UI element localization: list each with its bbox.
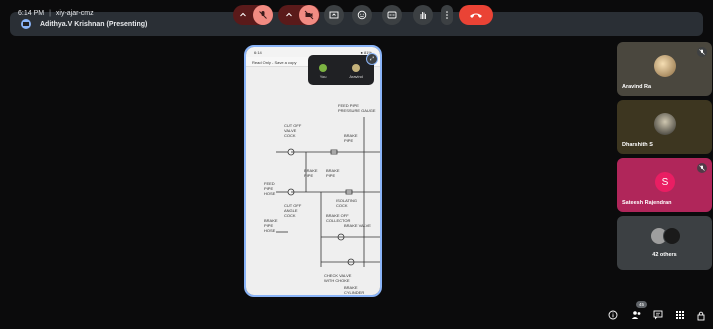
svg-text:PRESSURE GAUGE: PRESSURE GAUGE: [338, 108, 376, 113]
mini-tile-you: You: [319, 64, 328, 79]
camera-options-chevron-icon[interactable]: [279, 5, 299, 25]
participant-name: Sateesh Rajendran: [622, 200, 672, 206]
raise-hand-button[interactable]: [413, 5, 433, 25]
expand-icon[interactable]: ⤢: [366, 53, 378, 65]
svg-text:COCK: COCK: [284, 213, 296, 218]
mic-options-chevron-icon[interactable]: [233, 5, 253, 25]
presentation-stage[interactable]: 6:14 ● 81% Read Only - Save a copy FEED …: [244, 45, 382, 297]
participant-tile[interactable]: Dharshith S: [617, 100, 712, 154]
avatar: [654, 55, 676, 77]
people-count-badge: 45: [636, 301, 648, 308]
avatar: S: [655, 172, 675, 192]
other-avatar: [352, 64, 361, 72]
end-call-button[interactable]: [459, 5, 493, 25]
phone-time: 6:14: [254, 49, 262, 55]
present-icon: [20, 18, 32, 30]
participant-name: Aravind Ra: [622, 84, 652, 90]
svg-text:HOSE: HOSE: [264, 228, 276, 233]
others-avatars: [650, 227, 681, 245]
present-screen-button[interactable]: [324, 5, 344, 25]
svg-text:PIPE: PIPE: [304, 173, 313, 178]
host-controls-lock-icon[interactable]: [695, 309, 707, 321]
meeting-info: 6:14 PM | xiy-ajar-cmz: [18, 10, 94, 17]
self-view-panel: You Aravind: [308, 55, 374, 85]
you-avatar: [319, 64, 328, 72]
pipe-diagram: FEED PIPE PRESSURE GAUGE CUT OFF VALVE C…: [264, 103, 380, 295]
mic-off-icon: [697, 47, 707, 57]
mini-tile-you-label: You: [319, 74, 327, 79]
activities-grid-icon[interactable]: [674, 309, 686, 321]
mic-off-icon: [697, 163, 707, 173]
svg-text:COCK: COCK: [336, 203, 348, 208]
shared-document: FEED PIPE PRESSURE GAUGE CUT OFF VALVE C…: [246, 67, 380, 295]
svg-text:PIPE: PIPE: [344, 138, 353, 143]
camera-off-button[interactable]: [299, 5, 319, 25]
svg-text:HOSE: HOSE: [264, 191, 276, 196]
presenter-label: Adithya.V Krishnan (Presenting): [40, 20, 148, 28]
people-icon[interactable]: [630, 309, 642, 321]
svg-text:BRAKE VALVE: BRAKE VALVE: [344, 223, 371, 228]
svg-text:COCK: COCK: [284, 133, 296, 138]
camera-control: [278, 5, 320, 25]
separator: |: [49, 10, 51, 17]
chat-icon[interactable]: [652, 309, 664, 321]
more-options-icon[interactable]: [441, 5, 453, 25]
meeting-code: xiy-ajar-cmz: [55, 10, 94, 17]
captions-button[interactable]: [382, 5, 402, 25]
svg-text:CYLINDER: CYLINDER: [344, 290, 364, 295]
mini-tile-other: Aravind: [349, 64, 363, 79]
avatar: [663, 227, 681, 245]
mic-control: [233, 5, 273, 25]
mini-tile-other-label: Aravind: [349, 74, 363, 79]
meeting-time: 6:14 PM: [18, 10, 45, 17]
participant-tile[interactable]: S Sateesh Rajendran: [617, 158, 712, 212]
others-tile[interactable]: 42 others: [617, 216, 712, 270]
avatar: [654, 113, 676, 135]
others-label: 42 others: [652, 252, 677, 258]
participant-name: Dharshith S: [622, 142, 653, 148]
info-icon[interactable]: [607, 309, 619, 321]
svg-text:PIPE: PIPE: [326, 173, 335, 178]
emoji-button[interactable]: [352, 5, 372, 25]
svg-text:WITH CHOKE: WITH CHOKE: [324, 278, 350, 283]
participant-tile[interactable]: Aravind Ra: [617, 42, 712, 96]
mic-off-button[interactable]: [253, 5, 273, 25]
